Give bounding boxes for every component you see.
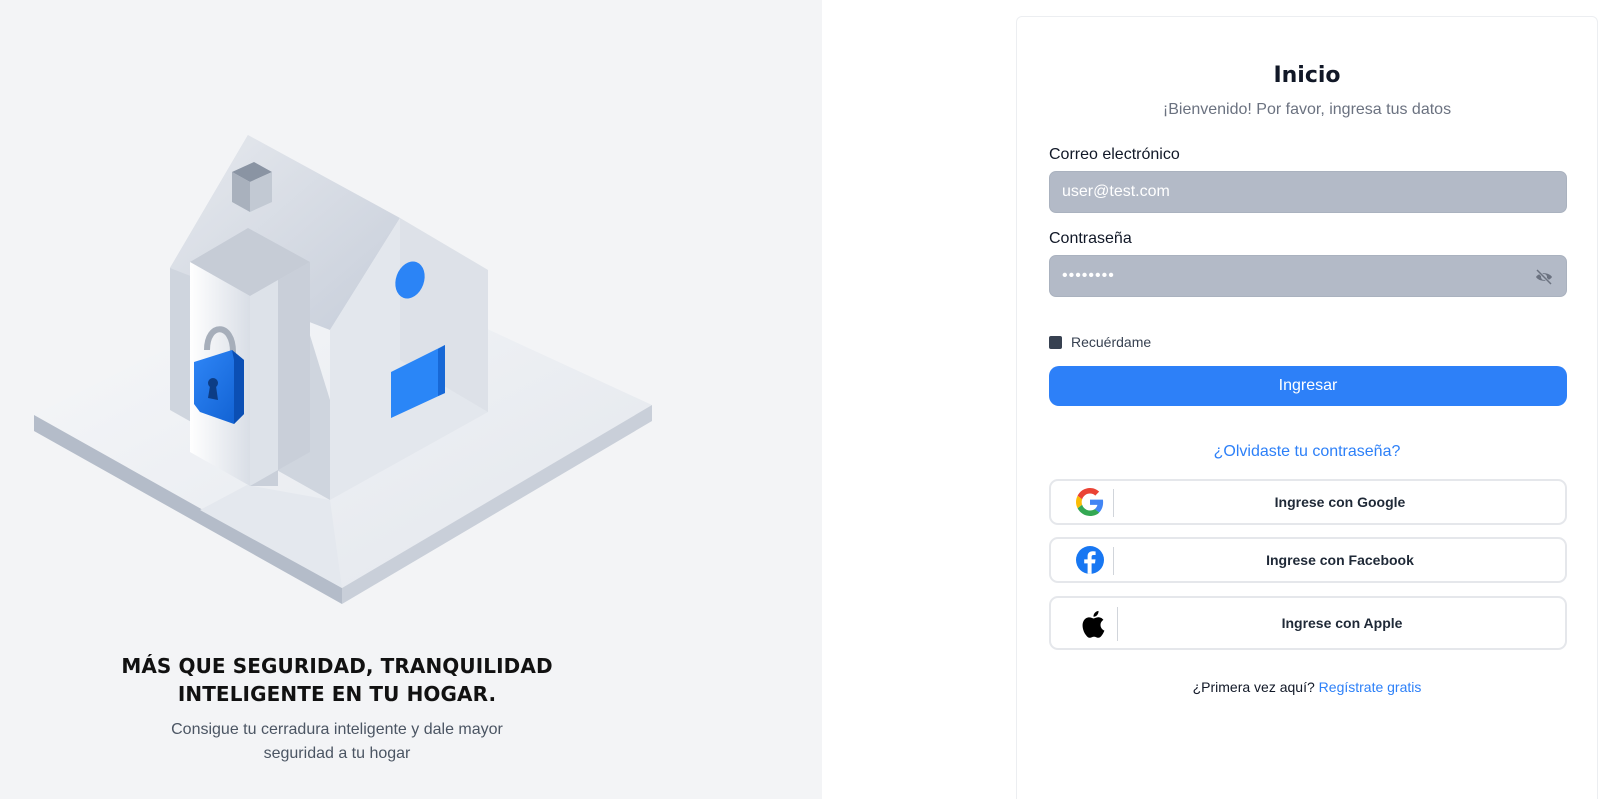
password-field[interactable] [1050, 256, 1566, 296]
hero-title: MÁS QUE SEGURIDAD, TRANQUILIDAD INTELIGE… [121, 654, 553, 706]
facebook-icon [1075, 545, 1105, 575]
login-button[interactable]: Ingresar [1049, 366, 1567, 406]
email-field[interactable] [1050, 172, 1566, 212]
house-lock-illustration [34, 135, 652, 604]
forgot-password-link[interactable]: ¿Olvidaste tu contraseña? [1017, 443, 1597, 461]
apple-login-label: Ingrese con Apple [1281, 615, 1403, 631]
register-link[interactable]: Regístrate gratis [1319, 679, 1422, 695]
facebook-login-button[interactable]: Ingrese con Facebook [1049, 537, 1567, 583]
apple-icon [1077, 609, 1107, 639]
remember-label: Recuérdame [1071, 334, 1152, 350]
page-title: Inicio [1273, 63, 1341, 88]
email-field-wrapper [1049, 171, 1567, 213]
divider [1113, 547, 1114, 575]
email-label: Correo electrónico [1049, 146, 1180, 163]
google-login-label: Ingrese con Google [1274, 494, 1406, 510]
google-icon [1075, 487, 1105, 517]
password-label: Contraseña [1049, 230, 1132, 247]
page-subtitle: ¡Bienvenido! Por favor, ingresa tus dato… [1162, 101, 1452, 118]
divider [1113, 489, 1114, 517]
facebook-login-label: Ingrese con Facebook [1266, 552, 1414, 568]
divider [1117, 607, 1118, 641]
hero-panel: MÁS QUE SEGURIDAD, TRANQUILIDAD INTELIGE… [0, 0, 822, 799]
register-prompt: ¿Primera vez aquí? Regístrate gratis [1017, 679, 1597, 695]
register-text: ¿Primera vez aquí? [1192, 679, 1315, 695]
eye-off-icon[interactable] [1534, 267, 1554, 287]
apple-login-button[interactable]: Ingrese con Apple [1049, 596, 1567, 650]
hero-subtitle: Consigue tu cerradura inteligente y dale… [171, 721, 503, 762]
password-field-wrapper [1049, 255, 1567, 297]
login-card: Inicio ¡Bienvenido! Por favor, ingresa t… [1016, 16, 1598, 799]
remember-me[interactable]: Recuérdame [1049, 334, 1151, 350]
google-login-button[interactable]: Ingrese con Google [1049, 479, 1567, 525]
remember-checkbox[interactable] [1049, 335, 1062, 349]
